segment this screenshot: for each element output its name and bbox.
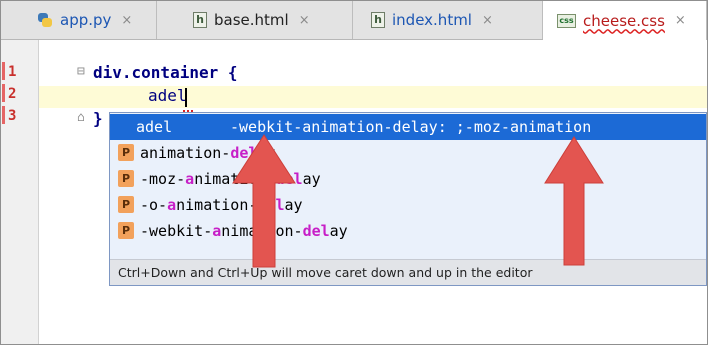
completion-item[interactable]: P -moz-animation-delay xyxy=(110,166,706,192)
tab-app-py[interactable]: app.py × xyxy=(1,1,157,39)
fold-open-icon[interactable]: ⊟ xyxy=(77,64,85,79)
tab-cheese-css[interactable]: css cheese.css × xyxy=(543,1,707,40)
tab-index-html[interactable]: h index.html × xyxy=(353,1,543,39)
completion-item-selected[interactable]: adel -webkit-animation-delay: ;-moz-anim… xyxy=(110,114,706,140)
css-file-icon: css xyxy=(557,13,576,28)
editor-window: app.py × h base.html × h index.html × cs… xyxy=(0,0,708,345)
line-number: 1 xyxy=(8,64,17,80)
tab-bar: app.py × h base.html × h index.html × cs… xyxy=(1,1,707,40)
line-number: 3 xyxy=(8,108,17,124)
change-marker xyxy=(2,84,5,102)
python-file-icon xyxy=(37,12,53,28)
completion-item[interactable]: P -o-animation-delay xyxy=(110,192,706,218)
tab-label: index.html xyxy=(392,11,472,29)
completion-item[interactable]: P animation-delay xyxy=(110,140,706,166)
property-icon: P xyxy=(118,196,134,213)
tab-label: app.py xyxy=(60,11,112,29)
fold-close-icon[interactable]: ⌂ xyxy=(77,110,85,125)
tab-label: cheese.css xyxy=(583,11,665,30)
code-line-1: div.container { xyxy=(93,63,238,82)
html-file-icon: h xyxy=(371,12,385,28)
property-icon: P xyxy=(118,144,134,161)
callout-arrow-left xyxy=(232,134,296,268)
completion-abbrev: adel xyxy=(136,118,173,136)
text-caret xyxy=(185,88,187,107)
property-icon: P xyxy=(118,170,134,187)
change-marker xyxy=(2,62,5,80)
completion-hint: Ctrl+Down and Ctrl+Up will move caret do… xyxy=(110,259,706,285)
tab-label: base.html xyxy=(214,11,289,29)
code-line-2: adel xyxy=(148,86,187,105)
current-line-highlight xyxy=(39,86,707,108)
completion-item[interactable]: P -webkit-animation-delay xyxy=(110,218,706,244)
tab-base-html[interactable]: h base.html × xyxy=(157,1,353,39)
property-icon: P xyxy=(118,222,134,239)
line-number: 2 xyxy=(8,86,17,102)
html-file-icon: h xyxy=(193,12,207,28)
completion-popup: adel -webkit-animation-delay: ;-moz-anim… xyxy=(109,112,707,286)
change-marker xyxy=(2,106,5,124)
close-icon[interactable]: × xyxy=(482,13,493,28)
close-icon[interactable]: × xyxy=(121,13,132,28)
close-icon[interactable]: × xyxy=(299,13,310,28)
close-icon[interactable]: × xyxy=(675,13,686,28)
code-line-3: } xyxy=(93,109,103,128)
callout-arrow-right xyxy=(544,136,604,266)
line-gutter: 1 2 3 xyxy=(1,40,39,344)
